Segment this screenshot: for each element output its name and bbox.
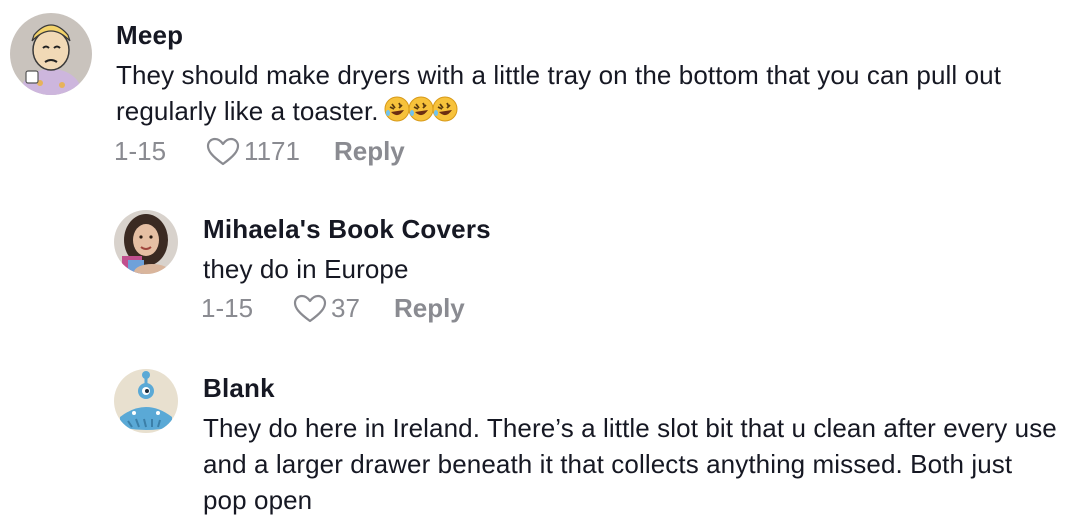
comment-text: they do in Europe <box>203 254 409 284</box>
like-count: 37 <box>331 293 360 323</box>
comment-author[interactable]: Blank <box>203 373 275 404</box>
alien-avatar-icon <box>114 369 178 433</box>
comment-text: They should make dryers with a little tr… <box>116 57 1076 129</box>
like-button[interactable]: 1171 <box>206 136 300 167</box>
avatar[interactable] <box>114 210 178 274</box>
comment-meta: 1-15 37 Reply <box>201 293 465 324</box>
like-button[interactable]: 37 <box>293 293 360 324</box>
rofl-emoji-group <box>383 95 458 123</box>
comment-text: They do here in Ireland. There’s a littl… <box>203 413 1057 515</box>
comment-author[interactable]: Mihaela's Book Covers <box>203 214 491 245</box>
comment-date: 1-15 <box>201 293 254 323</box>
avatar[interactable] <box>114 369 178 433</box>
photo-avatar-icon <box>114 210 178 274</box>
avatar[interactable] <box>10 13 92 95</box>
heart-outline-icon <box>206 137 240 165</box>
comment-meta: 1-15 1171 Reply <box>114 136 405 167</box>
comment-author[interactable]: Meep <box>116 20 183 51</box>
like-count: 1171 <box>244 136 300 166</box>
comment-date: 1-15 <box>114 136 167 166</box>
rofl-emoji-icon <box>432 96 458 122</box>
comment-text-body: They should make dryers with a little tr… <box>116 60 1002 126</box>
reply-button[interactable]: Reply <box>334 136 405 167</box>
cartoon-avatar-icon <box>10 13 92 95</box>
reply-button[interactable]: Reply <box>394 293 465 324</box>
heart-outline-icon <box>293 294 327 322</box>
